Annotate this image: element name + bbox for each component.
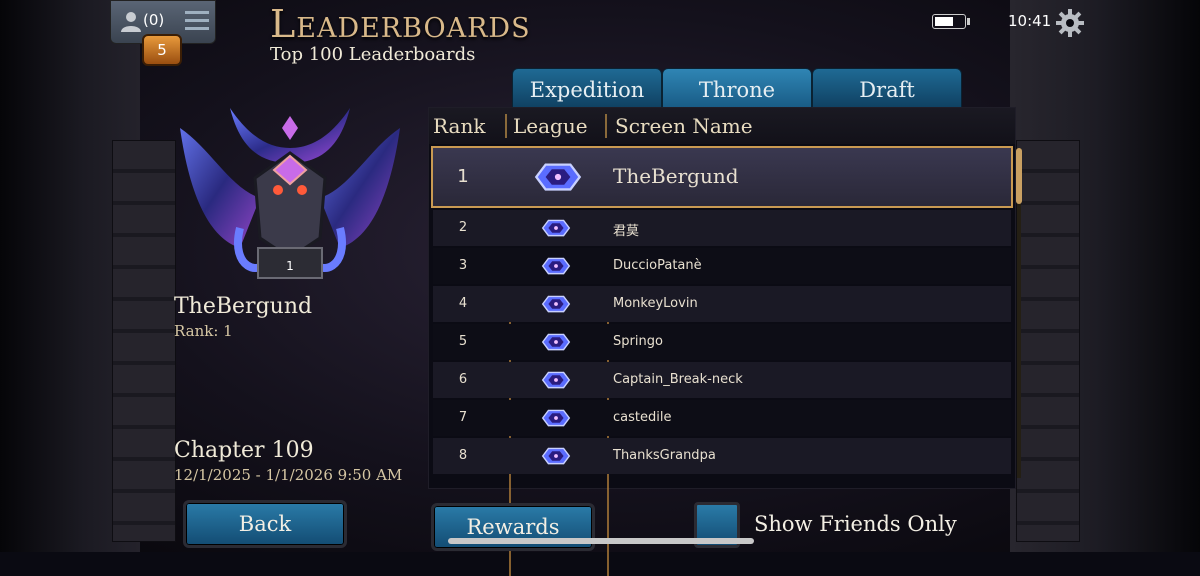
- tab-draft[interactable]: Draft: [812, 68, 962, 110]
- friend-icon: [121, 12, 141, 32]
- row-rank: 2: [458, 220, 468, 235]
- chapter-title: Chapter 109: [174, 438, 314, 463]
- table-row[interactable]: 8 ThanksGrandpa: [433, 438, 1011, 474]
- right-pillar: [1016, 140, 1080, 542]
- player-name: TheBergund: [174, 294, 313, 319]
- gear-icon[interactable]: [1055, 8, 1085, 38]
- header-divider: [505, 114, 507, 138]
- table-row[interactable]: 7 castedile: [433, 400, 1011, 436]
- row-rank: 4: [458, 296, 468, 311]
- league-gem-icon: [537, 370, 575, 390]
- row-rank: 3: [458, 258, 468, 273]
- league-gem-icon: [537, 332, 575, 352]
- table-row[interactable]: 5 Springo: [433, 324, 1011, 360]
- header-league: League: [513, 114, 588, 138]
- row-screen-name: DuccioPatanè: [613, 258, 702, 273]
- row-screen-name: MonkeyLovin: [613, 296, 698, 311]
- row-rank: 5: [458, 334, 468, 349]
- home-indicator[interactable]: [448, 538, 754, 544]
- chapter-dates: 12/1/2025 - 1/1/2026 9:50 AM: [174, 466, 403, 484]
- friend-count: (0): [143, 11, 165, 29]
- menu-icon[interactable]: [185, 11, 209, 31]
- league-gem-icon: [537, 294, 575, 314]
- row-rank: 1: [457, 166, 469, 187]
- table-row[interactable]: 1 TheBergund: [431, 146, 1013, 208]
- svg-text:1: 1: [286, 259, 294, 273]
- page-title: Leaderboards: [270, 2, 531, 46]
- row-screen-name: castedile: [613, 410, 672, 425]
- row-screen-name: Springo: [613, 334, 663, 349]
- row-screen-name: Captain_Break-neck: [613, 372, 743, 387]
- back-button[interactable]: Back: [183, 500, 347, 548]
- show-friends-label: Show Friends Only: [754, 512, 957, 536]
- league-gem-icon: [537, 218, 575, 238]
- notification-badge[interactable]: 5: [142, 34, 182, 66]
- row-rank: 7: [458, 410, 468, 425]
- table-row[interactable]: 2 君莫: [433, 210, 1011, 246]
- tab-expedition[interactable]: Expedition: [512, 68, 662, 110]
- league-emblem: 1: [180, 108, 400, 279]
- table-row[interactable]: 3 DuccioPatanè: [433, 248, 1011, 284]
- row-rank: 8: [458, 448, 468, 463]
- row-screen-name: 君莫: [613, 224, 640, 239]
- player-rank: Rank: 1: [174, 322, 233, 340]
- table-row[interactable]: 6 Captain_Break-neck: [433, 362, 1011, 398]
- scrollbar-thumb[interactable]: [1016, 148, 1022, 204]
- league-gem-icon: [537, 446, 575, 466]
- leaderboard-table: Rank League Screen Name 1 TheBergund 2 君莫 3 D…: [428, 107, 1016, 576]
- header-screen-name: Screen Name: [615, 114, 753, 138]
- table-row[interactable]: 4 MonkeyLovin: [433, 286, 1011, 322]
- row-screen-name: ThanksGrandpa: [613, 448, 716, 463]
- battery-icon: [932, 14, 970, 29]
- clock: 10:41: [1008, 12, 1052, 30]
- header-divider: [605, 114, 607, 138]
- league-gem-icon: [537, 408, 575, 428]
- table-header: Rank League Screen Name: [429, 108, 1015, 144]
- league-gem-icon: [537, 256, 575, 276]
- page-subtitle: Top 100 Leaderboards: [270, 44, 476, 65]
- tab-throne[interactable]: Throne: [662, 68, 812, 110]
- header-rank: Rank: [433, 114, 486, 138]
- row-rank: 6: [458, 372, 468, 387]
- league-gem-icon: [527, 160, 589, 194]
- row-screen-name: TheBergund: [613, 164, 739, 188]
- left-pillar: [112, 140, 176, 542]
